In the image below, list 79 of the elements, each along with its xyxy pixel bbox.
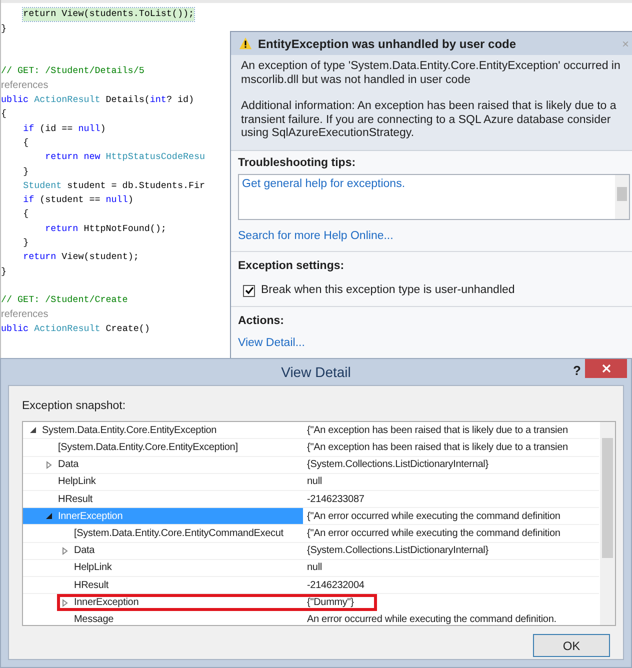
expanded-triangle-icon[interactable]: [29, 426, 37, 434]
code-line: if (student == null): [23, 194, 134, 206]
property-name: InnerException: [58, 510, 123, 524]
code-line: Student student = db.Students.Fir: [23, 179, 206, 192]
tree-row[interactable]: HelpLink null: [23, 474, 599, 491]
code-line: references: [1, 79, 48, 92]
code-line: }: [1, 22, 7, 35]
property-value: {"Dummy"}: [306, 596, 354, 610]
code-line: }: [23, 236, 29, 250]
popup-title: EntityException was unhandled by user code: [258, 36, 516, 52]
property-value: {"An exception has been raised that is likely due to a transien: [306, 424, 568, 438]
tree-row[interactable]: InnerException {"Dummy"}: [57, 594, 377, 612]
code-line: }: [23, 164, 29, 178]
scrollbar[interactable]: [615, 174, 629, 219]
property-value: {"An exception has been raised that is likely due to a transien: [306, 441, 568, 456]
expanded-triangle-icon[interactable]: [45, 512, 53, 520]
help-online-link[interactable]: Search for more Help Online...: [238, 228, 632, 245]
property-value: -2146232004: [306, 578, 364, 593]
code-line: return View(student);: [23, 250, 139, 264]
code-line: {: [23, 208, 29, 221]
collapsed-triangle-icon[interactable]: [61, 546, 69, 555]
collapsed-triangle-icon[interactable]: [61, 598, 69, 607]
property-value: {System.Collections.ListDictionaryInternal}: [306, 458, 488, 472]
property-name: HelpLink: [74, 561, 112, 576]
tree-row[interactable]: Data {System.Collections.ListDictionaryInternal}: [23, 542, 599, 560]
section-heading: Exception settings:: [238, 259, 346, 274]
property-name: HResult: [58, 492, 93, 507]
section-heading: Actions:: [238, 314, 285, 328]
tree-row[interactable]: HResult -2146232004: [23, 576, 599, 594]
code-line: if (id == null): [23, 122, 106, 136]
tree-row[interactable]: System.Data.Entity.Core.EntityException {"An exception has been raised that is likely due to a transien: [23, 422, 599, 440]
property-name: Message: [74, 612, 114, 626]
checkbox[interactable]: [243, 284, 255, 297]
property-name: System.Data.Entity.Core.EntityException: [42, 424, 217, 438]
property-value: {"An error occurred while executing the command definition: [306, 526, 560, 541]
help-button[interactable]: ?: [573, 361, 581, 380]
property-name: [System.Data.Entity.Core.EntityCommandExecut: [74, 526, 284, 541]
code-line: {: [1, 108, 7, 121]
view-detail-link[interactable]: View Detail...: [238, 334, 632, 352]
close-button[interactable]: [585, 359, 627, 378]
property-name: HelpLink: [58, 475, 96, 490]
property-value: null: [306, 475, 322, 490]
collapsed-triangle-icon[interactable]: [45, 460, 53, 469]
code-line: {: [23, 136, 29, 150]
property-value: -2146233087: [306, 492, 364, 507]
tree-row[interactable]: Message An error occurred while executing the command definition.: [23, 611, 599, 626]
code-line: return HttpNotFound();: [45, 222, 166, 236]
property-value: {"An error occurred while executing the command definition: [306, 510, 560, 524]
code-line: // GET: /Student/Create: [1, 294, 128, 307]
property-name: Data: [58, 458, 79, 472]
property-name: HResult: [74, 578, 109, 593]
tree-row[interactable]: InnerException {"An error occurred while executing the command definition: [23, 508, 599, 526]
warning-icon: [239, 37, 252, 50]
code-line: return new HttpStatusCodeResu: [45, 150, 206, 164]
code-line: references: [1, 308, 48, 321]
scrollbar[interactable]: [600, 422, 615, 626]
checkbox-label: Break when this exception type is user-unhandled: [261, 283, 515, 298]
property-value: null: [306, 561, 322, 576]
code-line: // GET: /Student/Details/5: [1, 64, 144, 78]
code-line: }: [1, 264, 7, 278]
code-line: ublic ActionResult Create(): [1, 322, 150, 336]
tree-row[interactable]: [System.Data.Entity.Core.EntityException] {"An exception has been raised that is likely due to a transien: [23, 439, 599, 457]
section-label: Exception snapshot:: [22, 399, 127, 414]
tree-row[interactable]: [System.Data.Entity.Core.EntityCommandExecut {"An error occurred while executing the command definition: [23, 525, 599, 543]
dialog-title: View Detail: [281, 362, 351, 382]
code-line: ublic ActionResult Details(int? id): [1, 93, 194, 106]
property-value: {System.Collections.ListDictionaryInternal}: [306, 544, 488, 558]
close-icon: [602, 364, 610, 373]
property-name: Data: [74, 544, 95, 558]
tree-row[interactable]: HelpLink null: [23, 560, 599, 577]
help-link[interactable]: Get general help for exceptions.: [242, 178, 406, 190]
additional-information: Additional information: An exception has been raised that is likely due to a transient failure. If you are connecting to a SQL Azure database consider using SqlAzureExecutionStrategy.: [241, 100, 618, 140]
property-value: An error occurred while executing the command definition.: [306, 612, 556, 626]
property-name: InnerException: [74, 596, 139, 610]
exception-message: An exception of type 'System.Data.Entity.Core.EntityException' occurred in mscorlib.dll but was not handled in user code: [241, 60, 622, 87]
ok-button[interactable]: OK: [533, 634, 610, 658]
section-heading: Troubleshooting tips:: [238, 156, 357, 170]
property-name: [System.Data.Entity.Core.EntityException]: [58, 441, 238, 456]
tree-row[interactable]: Data {System.Collections.ListDictionaryInternal}: [23, 456, 599, 474]
